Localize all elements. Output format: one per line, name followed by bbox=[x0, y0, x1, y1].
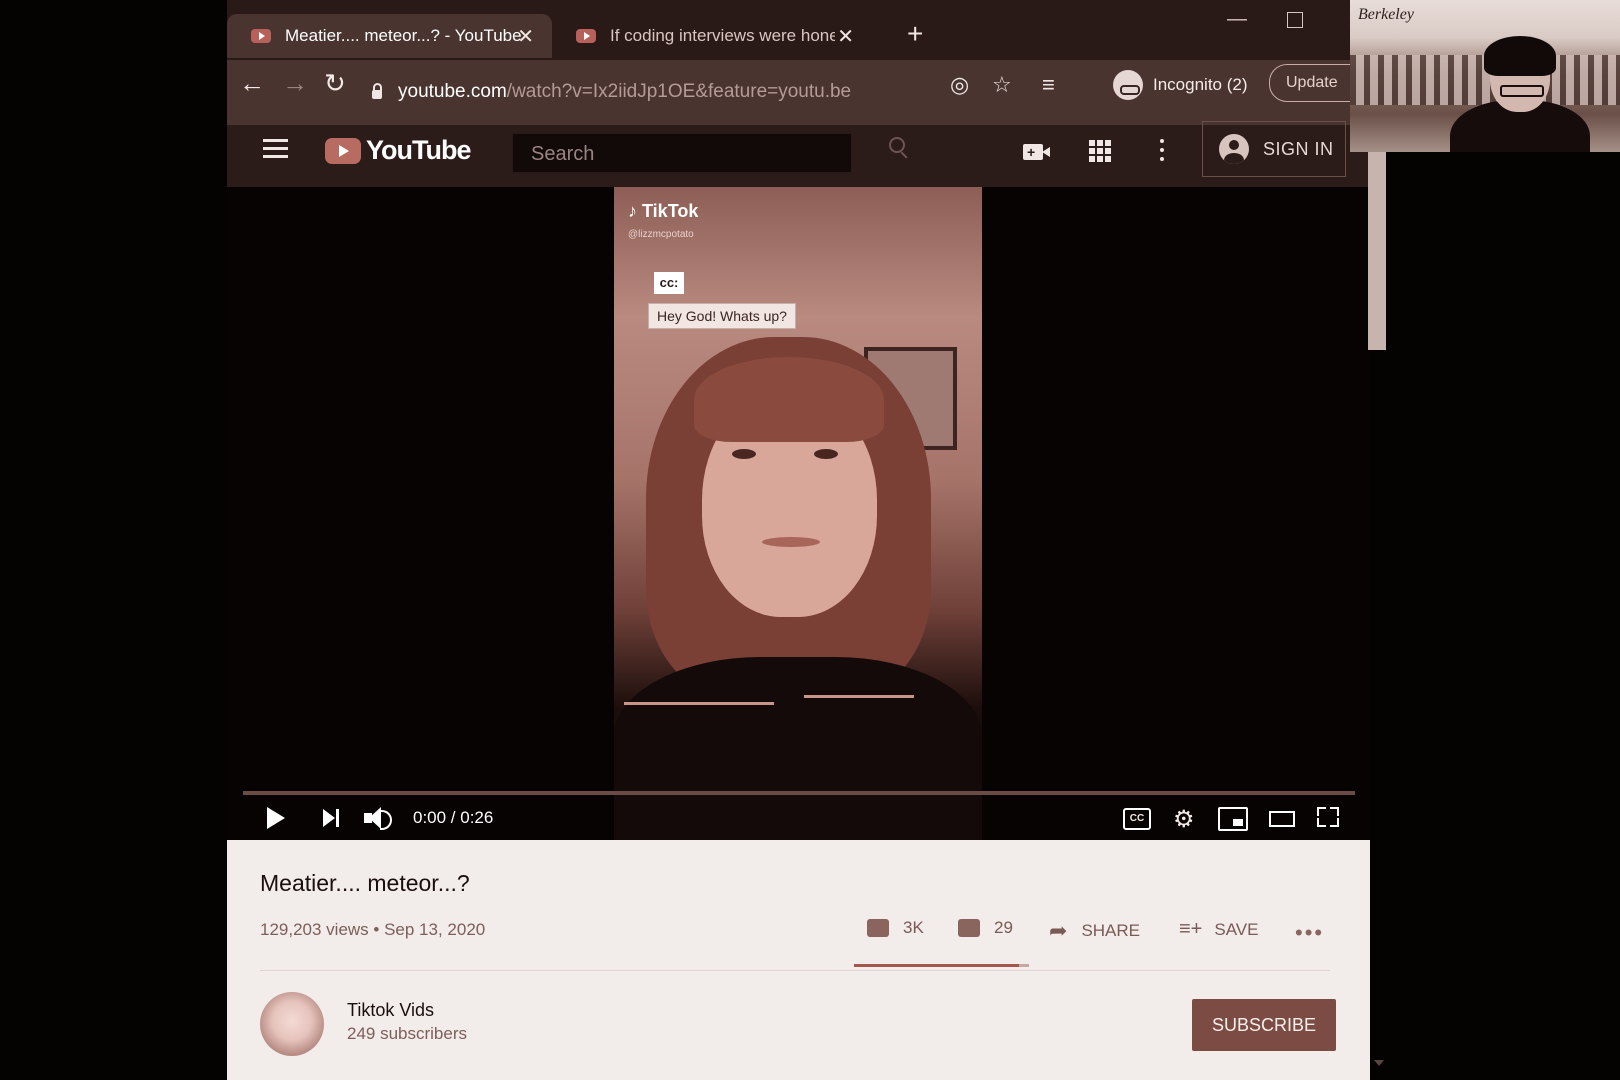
caption-text: Hey God! Whats up? bbox=[648, 303, 796, 329]
youtube-play-logo-icon bbox=[325, 137, 361, 164]
thumbs-up-icon bbox=[867, 919, 889, 937]
add-to-playlist-icon: ≡+ bbox=[1179, 918, 1203, 940]
jacket-stripe bbox=[804, 695, 914, 698]
save-label: SAVE bbox=[1214, 919, 1259, 939]
tab-title: If coding interviews were honest bbox=[610, 26, 835, 45]
url-host: youtube.com bbox=[398, 81, 507, 102]
browser-toolbar: ← → ↻ youtube.com/watch?v=Ix2iidJp1OE&fe… bbox=[227, 60, 1370, 125]
sign-in-label: SIGN IN bbox=[1263, 138, 1334, 159]
share-button[interactable]: ➦ SHARE bbox=[1049, 918, 1140, 944]
jacket-stripe bbox=[624, 702, 774, 705]
video-person-eye bbox=[732, 449, 756, 459]
page-scrollbar-thumb[interactable] bbox=[1368, 150, 1386, 350]
caption-cc-tag: cc: bbox=[654, 272, 684, 294]
channel-subscribers: 249 subscribers bbox=[347, 1024, 468, 1043]
webcam-person-hair bbox=[1484, 36, 1556, 76]
video-info-section: Meatier.... meteor...? 129,203 views • S… bbox=[227, 840, 1370, 1080]
subtitles-cc-icon[interactable]: CC bbox=[1123, 808, 1151, 830]
tiktok-logo: ♪ TikTok bbox=[628, 201, 699, 221]
time-display: 0:00 / 0:26 bbox=[413, 808, 494, 827]
close-tab-icon[interactable]: ✕ bbox=[517, 24, 534, 49]
like-button[interactable]: 3K bbox=[867, 918, 924, 938]
webcam-background-text: Berkeley bbox=[1358, 6, 1414, 23]
address-bar[interactable]: youtube.com/watch?v=Ix2iidJp1OE&feature=… bbox=[372, 72, 892, 112]
more-vertical-icon[interactable] bbox=[1160, 139, 1164, 166]
bookmark-star-icon[interactable]: ☆ bbox=[992, 72, 1012, 98]
media-playlist-icon[interactable]: ≡ bbox=[1042, 72, 1055, 98]
lock-icon bbox=[372, 83, 382, 99]
create-video-icon[interactable]: + bbox=[1023, 144, 1050, 160]
video-person-eye bbox=[814, 449, 838, 459]
youtube-favicon-icon bbox=[251, 29, 271, 43]
close-tab-icon[interactable]: ✕ bbox=[837, 24, 854, 49]
save-button[interactable]: ≡+ SAVE bbox=[1179, 918, 1258, 941]
fullscreen-icon[interactable] bbox=[1317, 807, 1339, 827]
reload-icon[interactable]: ↻ bbox=[324, 68, 346, 99]
apps-grid-icon[interactable] bbox=[1089, 140, 1111, 162]
eye-slash-icon[interactable]: ◎ bbox=[950, 72, 969, 98]
webcam-overlay: Berkeley bbox=[1350, 0, 1620, 152]
theater-mode-icon[interactable] bbox=[1269, 811, 1295, 827]
like-dislike-ratio-bar bbox=[854, 964, 1029, 967]
minimize-window-icon[interactable]: — bbox=[1227, 8, 1247, 31]
hamburger-menu-icon[interactable] bbox=[263, 139, 288, 163]
like-count: 3K bbox=[903, 918, 924, 937]
video-person-jacket bbox=[614, 657, 982, 840]
back-arrow-icon[interactable]: ← bbox=[239, 68, 265, 99]
progress-bar[interactable] bbox=[243, 791, 1355, 795]
channel-name[interactable]: Tiktok Vids bbox=[347, 1000, 434, 1021]
incognito-icon bbox=[1113, 70, 1143, 100]
play-icon[interactable] bbox=[267, 807, 285, 829]
sign-in-button[interactable]: SIGN IN bbox=[1202, 121, 1346, 177]
thumbs-down-icon bbox=[958, 919, 980, 937]
url-path: /watch?v=Ix2iidJp1OE&feature=youtu.be bbox=[506, 81, 852, 102]
miniplayer-icon[interactable] bbox=[1218, 807, 1248, 831]
more-actions-icon[interactable]: ••• bbox=[1295, 920, 1324, 946]
channel-avatar[interactable] bbox=[260, 992, 324, 1056]
youtube-wordmark: YouTube bbox=[366, 135, 471, 165]
youtube-favicon-icon bbox=[576, 29, 596, 43]
video-title: Meatier.... meteor...? bbox=[260, 870, 470, 896]
forward-arrow-icon[interactable]: → bbox=[282, 68, 308, 99]
search-input[interactable]: Search bbox=[512, 133, 852, 173]
search-icon[interactable] bbox=[889, 137, 908, 159]
subscribe-button[interactable]: SUBSCRIBE bbox=[1192, 999, 1336, 1051]
youtube-header: YouTube Search + SIGN IN bbox=[227, 121, 1370, 187]
views-and-date: 129,203 views • Sep 13, 2020 bbox=[260, 920, 486, 939]
settings-gear-icon[interactable]: ⚙ bbox=[1173, 805, 1195, 834]
dislike-button[interactable]: 29 bbox=[958, 918, 1013, 938]
webcam-person-glasses bbox=[1500, 85, 1544, 97]
divider bbox=[260, 970, 1330, 971]
maximize-window-icon[interactable] bbox=[1287, 12, 1303, 28]
incognito-badge[interactable]: Incognito (2) bbox=[1113, 70, 1248, 100]
scroll-down-arrow-icon[interactable] bbox=[1374, 1060, 1384, 1066]
video-frame[interactable]: ♪ TikTok @lizzmcpotato cc: Hey God! What… bbox=[614, 187, 982, 840]
youtube-logo[interactable]: YouTube bbox=[325, 135, 471, 166]
share-label: SHARE bbox=[1081, 921, 1141, 940]
incognito-label: Incognito (2) bbox=[1153, 75, 1248, 94]
account-avatar-icon bbox=[1219, 134, 1249, 164]
new-tab-plus-icon[interactable]: + bbox=[907, 18, 923, 50]
tab-coding-interviews[interactable]: If coding interviews were honest ✕ bbox=[552, 14, 872, 58]
dislike-count: 29 bbox=[994, 918, 1013, 937]
share-arrow-icon: ➦ bbox=[1049, 918, 1068, 943]
video-person-lips bbox=[762, 537, 820, 547]
tab-youtube-meatier[interactable]: Meatier.... meteor...? - YouTube ✕ bbox=[227, 14, 552, 58]
browser-window: Meatier.... meteor...? - YouTube ✕ If co… bbox=[227, 0, 1370, 1080]
video-player[interactable]: ♪ TikTok @lizzmcpotato cc: Hey God! What… bbox=[227, 187, 1370, 840]
video-person-bangs bbox=[694, 357, 884, 442]
tiktok-username: @lizzmcpotato bbox=[628, 229, 694, 240]
tab-title: Meatier.... meteor...? - YouTube bbox=[285, 26, 522, 45]
